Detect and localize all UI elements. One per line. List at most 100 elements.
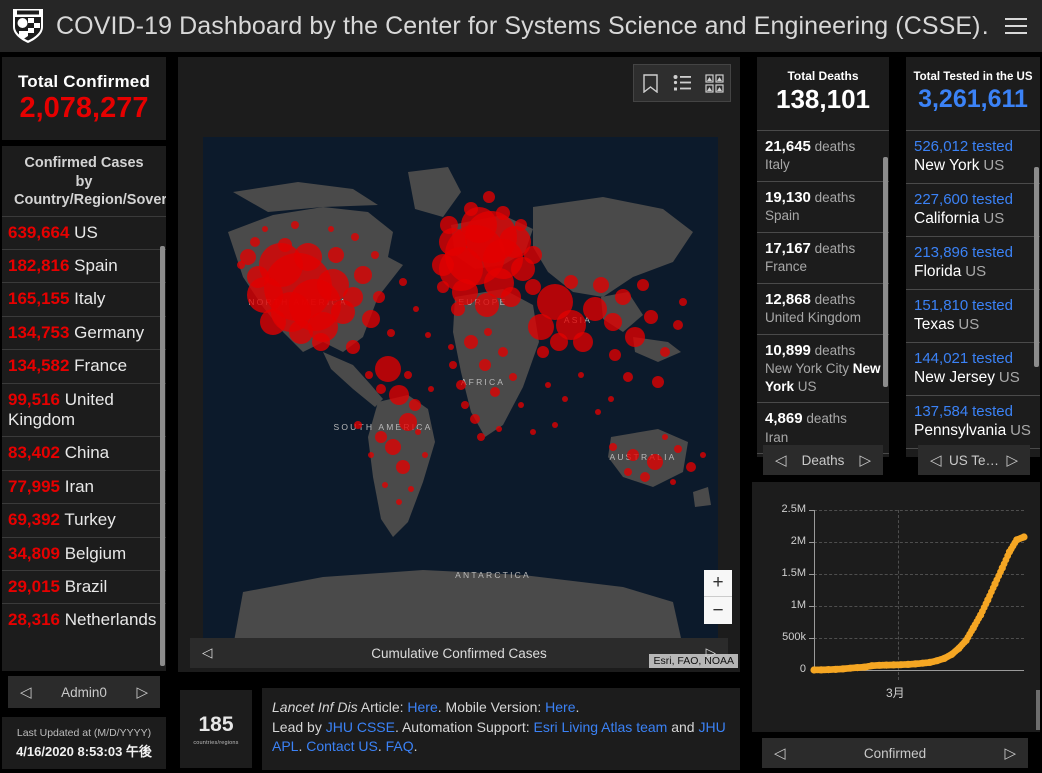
map-case-dot	[624, 468, 632, 476]
chevron-right-icon[interactable]: ▷	[1006, 451, 1018, 469]
testing-row[interactable]: 151,810 tested Texas US	[906, 288, 1040, 342]
map-case-dot	[484, 328, 492, 336]
map-case-dot	[371, 251, 379, 259]
map-footer-pager[interactable]: ◁ Cumulative Confirmed Cases ▷	[190, 638, 728, 668]
link-jhu-csse[interactable]: JHU CSSE	[326, 719, 395, 735]
deaths-row-count: 19,130	[765, 188, 811, 206]
deaths-list-scrollbar[interactable]	[883, 157, 888, 387]
deaths-row[interactable]: 12,868 deaths United Kingdom	[757, 282, 889, 334]
article-text: Article:	[357, 699, 408, 715]
chevron-left-icon[interactable]: ◁	[202, 645, 212, 661]
hamburger-menu-icon[interactable]	[990, 0, 1042, 52]
confirmed-row-count: 134,582	[8, 356, 70, 376]
zoom-out-button[interactable]: −	[704, 597, 732, 624]
confirmed-row[interactable]: 29,015 Brazil	[2, 569, 166, 603]
last-updated-value: 4/16/2020 8:53:03 午後	[16, 743, 152, 759]
map-zoom-controls[interactable]: + −	[704, 570, 732, 624]
confirmed-row[interactable]: 99,516 United Kingdom	[2, 382, 166, 437]
country-count-card: 185 countries/regions	[180, 690, 252, 768]
map-case-dot	[640, 472, 650, 482]
confirmed-list-pager[interactable]: ◁ Admin0 ▷	[8, 676, 160, 708]
chevron-right-icon[interactable]: ▷	[859, 451, 871, 469]
map-canvas[interactable]: NORTH AMERICA SOUTH AMERICA EUROPE AFRIC…	[203, 137, 718, 647]
legend-list-icon[interactable]	[666, 65, 698, 101]
mobile-version-text: . Mobile Version:	[437, 699, 546, 715]
map-case-dot	[346, 340, 360, 354]
deaths-list[interactable]: 21,645 deaths Italy 19,130 deaths Spain 17,1…	[757, 129, 889, 458]
confirmed-row[interactable]: 77,995 Iran	[2, 469, 166, 503]
map-case-dot	[662, 434, 668, 440]
confirmed-row-count: 134,753	[8, 322, 70, 342]
confirmed-row-name: Brazil	[60, 576, 108, 596]
bookmark-icon[interactable]	[634, 65, 666, 101]
map-case-dot	[408, 486, 414, 492]
confirmed-row[interactable]: 165,155 Italy	[2, 282, 166, 315]
map-case-dot	[496, 426, 502, 432]
confirmed-row[interactable]: 182,816 Spain	[2, 249, 166, 282]
link-here-article[interactable]: Here	[407, 699, 437, 715]
deaths-row-count: 12,868	[765, 290, 811, 308]
chevron-right-icon[interactable]: ▷	[136, 683, 148, 701]
chevron-left-icon[interactable]: ◁	[20, 683, 32, 701]
deaths-row[interactable]: 10,899 deaths New York City New York US	[757, 333, 889, 403]
confirmed-pager-label: Admin0	[61, 684, 107, 700]
testing-row[interactable]: 227,600 tested California US	[906, 182, 1040, 236]
map-case-dot	[294, 243, 322, 271]
testing-pager[interactable]: ◁ US Te… ▷	[918, 445, 1030, 475]
deaths-row-unit: deaths	[814, 189, 856, 205]
chevron-left-icon[interactable]: ◁	[775, 451, 787, 469]
map-case-dot	[328, 226, 334, 232]
confirmed-row[interactable]: 34,809 Belgium	[2, 536, 166, 570]
testing-list[interactable]: 526,012 tested New York US 227,600 tested C…	[906, 129, 1040, 457]
map-case-dot	[368, 452, 374, 458]
confirmed-row[interactable]: 28,316 Netherlands	[2, 603, 166, 636]
testing-row-place: Florida US	[914, 262, 987, 280]
note-scrollbar[interactable]	[1036, 690, 1040, 730]
confirmed-row[interactable]: 69,392 Turkey	[2, 503, 166, 536]
deaths-row-place: France	[765, 259, 808, 275]
credits-note: Lancet Inf Dis Article: Here. Mobile Ver…	[262, 688, 740, 770]
map-case-dot	[552, 422, 558, 428]
link-contact-us[interactable]: Contact US	[306, 738, 378, 754]
confirmed-cases-list[interactable]: 639,664 US 182,816 Spain 165,155 Italy 134,…	[2, 215, 166, 637]
confirmed-list-scrollbar[interactable]	[160, 246, 165, 666]
deaths-row[interactable]: 21,645 deaths Italy	[757, 129, 889, 181]
confirmed-trend-chart: 2.5M 2M 1.5M 1M 500k 0 3月	[752, 482, 1040, 732]
link-here-mobile[interactable]: Here	[545, 699, 575, 715]
confirmed-row-name: Italy	[69, 289, 106, 309]
confirmed-row[interactable]: 639,664 US	[2, 215, 166, 249]
testing-row-place: New Jersey US	[914, 368, 1020, 386]
chevron-right-icon[interactable]: ▷	[1004, 744, 1016, 762]
confirmed-row[interactable]: 134,753 Germany	[2, 315, 166, 349]
map-case-dot	[470, 414, 480, 424]
testing-list-scrollbar[interactable]	[1034, 167, 1039, 367]
confirmed-row[interactable]: 134,582 France	[2, 349, 166, 382]
confirmed-row-count: 29,015	[8, 576, 60, 596]
testing-row[interactable]: 526,012 tested New York US	[906, 129, 1040, 183]
confirmed-row[interactable]: 83,402 China	[2, 436, 166, 469]
map-case-dot	[595, 409, 601, 415]
map-label-antarctica: ANTARCTICA	[455, 570, 531, 580]
deaths-row-count: 17,167	[765, 239, 811, 257]
map-case-dot	[479, 359, 491, 371]
testing-row[interactable]: 144,021 tested New Jersey US	[906, 341, 1040, 395]
basemap-gallery-icon[interactable]	[698, 65, 730, 101]
map-case-dot	[437, 281, 449, 293]
zoom-in-button[interactable]: +	[704, 570, 732, 597]
link-esri-living-atlas[interactable]: Esri Living Atlas team	[533, 719, 667, 735]
deaths-row[interactable]: 17,167 deaths France	[757, 231, 889, 283]
testing-row-unit: tested	[972, 402, 1013, 420]
map-case-dot	[409, 399, 421, 411]
testing-row[interactable]: 137,584 tested Pennsylvania US	[906, 394, 1040, 448]
map-panel[interactable]: NORTH AMERICA SOUTH AMERICA EUROPE AFRIC…	[178, 57, 740, 672]
link-faq[interactable]: FAQ	[386, 738, 414, 754]
total-deaths-panel: Total Deaths 138,101 21,645 deaths Italy 1…	[757, 57, 889, 457]
deaths-pager[interactable]: ◁ Deaths ▷	[763, 445, 883, 475]
testing-row[interactable]: 213,896 tested Florida US	[906, 235, 1040, 289]
chevron-left-icon[interactable]: ◁	[930, 451, 942, 469]
chart-pager[interactable]: ◁ Confirmed ▷	[762, 738, 1028, 768]
chevron-left-icon[interactable]: ◁	[774, 744, 786, 762]
confirmed-row-name: Belgium	[60, 543, 127, 563]
map-toolbar	[633, 64, 731, 102]
deaths-row[interactable]: 19,130 deaths Spain	[757, 180, 889, 232]
